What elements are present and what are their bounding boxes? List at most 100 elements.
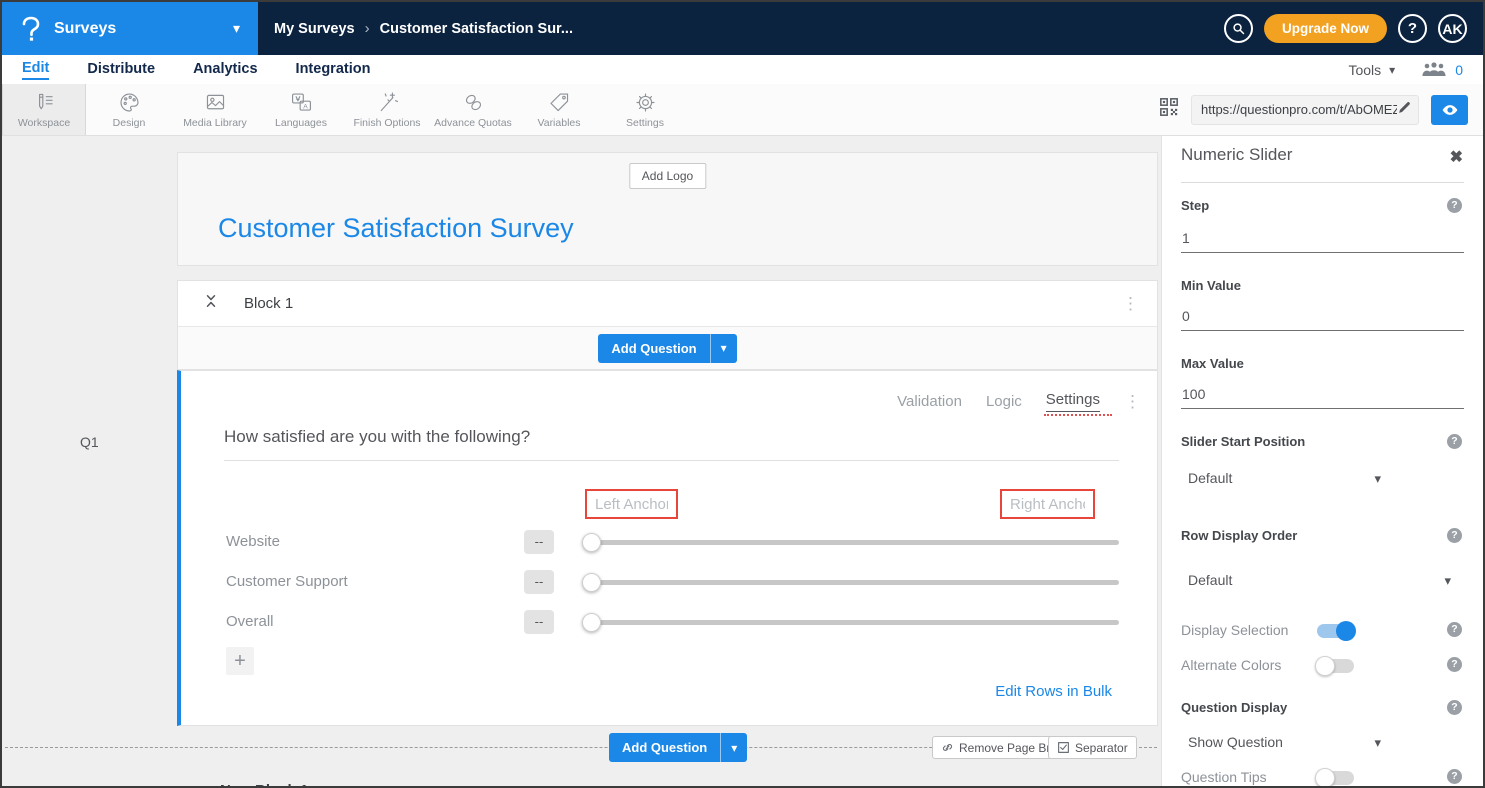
collapse-block-icon[interactable] [204, 292, 218, 315]
alternate-colors-toggle[interactable] [1317, 659, 1354, 673]
edit-pencil-icon[interactable] [1397, 100, 1412, 120]
alternate-colors-label: Alternate Colors [1181, 657, 1281, 673]
close-icon[interactable] [1450, 147, 1463, 167]
help-button[interactable] [1398, 14, 1427, 43]
max-value-input[interactable] [1181, 386, 1464, 409]
magic-wand-icon [375, 90, 400, 115]
separator-button[interactable]: Separator [1048, 736, 1137, 759]
caret-down-icon [1374, 734, 1381, 751]
block-name[interactable]: Block 1 [244, 295, 293, 312]
toolbar-item-languages[interactable]: A Languages [258, 84, 344, 135]
step-help-icon[interactable] [1447, 198, 1462, 213]
add-row-button[interactable] [226, 647, 254, 675]
tab-integration[interactable]: Integration [296, 61, 371, 79]
languages-icon: A [289, 90, 314, 115]
panel-title: Numeric Slider [1181, 145, 1292, 165]
product-label: Surveys [54, 20, 116, 38]
left-anchor-input[interactable] [587, 491, 676, 517]
design-palette-icon [117, 90, 142, 115]
question-text-input[interactable]: How satisfied are you with the following… [224, 427, 1119, 461]
avatar[interactable]: AK [1438, 14, 1467, 43]
question-display-help-icon[interactable] [1447, 700, 1462, 715]
svg-text:A: A [303, 103, 308, 110]
question-tips-help-icon[interactable] [1447, 769, 1462, 784]
question-menu-kebab-icon[interactable] [1124, 393, 1141, 410]
toolbar-item-variables[interactable]: Variables [516, 84, 602, 135]
question-tab-logic[interactable]: Logic [986, 393, 1022, 410]
tab-edit[interactable]: Edit [22, 60, 49, 80]
panel-divider [1181, 182, 1464, 183]
slider-handle[interactable] [582, 573, 601, 592]
breadcrumb-current: Customer Satisfaction Sur... [380, 21, 573, 37]
add-question-caret-icon[interactable] [710, 334, 737, 363]
add-question-caret-icon[interactable] [720, 733, 747, 762]
row-display-order-label: Row Display Order [1181, 528, 1297, 543]
survey-title[interactable]: Customer Satisfaction Survey [218, 213, 574, 244]
add-question-split-button[interactable]: Add Question [598, 334, 736, 363]
edit-rows-in-bulk-link[interactable]: Edit Rows in Bulk [995, 683, 1112, 700]
alternate-colors-help-icon[interactable] [1447, 657, 1462, 672]
upgrade-now-button[interactable]: Upgrade Now [1264, 14, 1387, 43]
add-logo-button[interactable]: Add Logo [629, 163, 706, 189]
display-selection-toggle[interactable] [1317, 624, 1354, 638]
row-display-order-help-icon[interactable] [1447, 528, 1462, 543]
block-menu-kebab-icon[interactable] [1122, 295, 1139, 312]
step-input[interactable] [1181, 230, 1464, 253]
question-settings-panel: Numeric Slider Step Min Value Max Value … [1161, 136, 1483, 786]
qr-code-icon[interactable] [1159, 97, 1179, 122]
add-question-split-button-bottom[interactable]: Add Question [609, 733, 747, 762]
slider-handle[interactable] [582, 613, 601, 632]
left-anchor-highlight [585, 489, 678, 519]
question-display-select[interactable]: Show Question [1181, 730, 1381, 754]
min-value-input[interactable] [1181, 308, 1464, 331]
question-tab-bar: Validation Logic Settings [897, 391, 1141, 412]
matrix-row-customer-support: Customer Support -- [181, 563, 1157, 603]
questionpro-logo-icon [20, 16, 42, 42]
caret-down-icon[interactable] [1389, 61, 1395, 79]
toolbar-item-settings[interactable]: Settings [602, 84, 688, 135]
caret-down-icon [1374, 470, 1381, 487]
slider-track[interactable] [584, 540, 1119, 545]
chain-links-icon [461, 90, 486, 115]
remove-page-break-icon [941, 741, 954, 754]
editor-toolbar: Workspace Design Media Library A Languag… [2, 84, 1483, 136]
right-anchor-input[interactable] [1002, 491, 1093, 517]
toolbar-item-workspace[interactable]: Workspace [2, 84, 86, 135]
collaborator-count[interactable]: 0 [1455, 62, 1463, 78]
tab-analytics[interactable]: Analytics [193, 61, 257, 79]
slider-track[interactable] [584, 580, 1119, 585]
toolbar-item-finish-options[interactable]: Finish Options [344, 84, 430, 135]
top-bar: Surveys My Surveys Customer Satisfaction… [2, 2, 1483, 55]
toolbar-item-media-library[interactable]: Media Library [172, 84, 258, 135]
tab-distribute[interactable]: Distribute [87, 61, 155, 79]
question-display-label: Question Display [1181, 700, 1287, 715]
slider-handle[interactable] [582, 533, 601, 552]
question-card: Validation Logic Settings How satisfied … [177, 370, 1158, 726]
display-selection-help-icon[interactable] [1447, 622, 1462, 637]
toolbar-item-advance-quotas[interactable]: Advance Quotas [430, 84, 516, 135]
product-switcher[interactable]: Surveys [2, 2, 258, 55]
gear-icon [633, 90, 658, 115]
question-tips-toggle[interactable] [1317, 771, 1354, 785]
add-question-button[interactable]: Add Question [609, 733, 720, 762]
toolbar-item-design[interactable]: Design [86, 84, 172, 135]
row-display-order-select[interactable]: Default [1181, 568, 1451, 592]
slider-start-position-select[interactable]: Default [1181, 466, 1381, 490]
step-label: Step [1181, 198, 1209, 213]
question-tab-validation[interactable]: Validation [897, 393, 962, 410]
question-tab-settings[interactable]: Settings [1046, 391, 1100, 412]
survey-content-column: Add Logo Customer Satisfaction Survey Bl… [177, 136, 1158, 786]
slider-start-position-label: Slider Start Position [1181, 434, 1305, 449]
slider-start-help-icon[interactable] [1447, 434, 1462, 449]
survey-header-card: Add Logo Customer Satisfaction Survey [177, 152, 1158, 266]
preview-button[interactable] [1431, 95, 1468, 125]
add-question-button[interactable]: Add Question [598, 334, 709, 363]
slider-track[interactable] [584, 620, 1119, 625]
collaborators-icon[interactable] [1421, 61, 1447, 78]
search-button[interactable] [1224, 14, 1253, 43]
survey-url-input[interactable] [1201, 102, 1397, 117]
max-value-label: Max Value [1181, 356, 1244, 371]
breadcrumb-root[interactable]: My Surveys [274, 21, 355, 37]
survey-url-box [1191, 95, 1419, 125]
tools-menu[interactable]: Tools [1348, 62, 1381, 78]
